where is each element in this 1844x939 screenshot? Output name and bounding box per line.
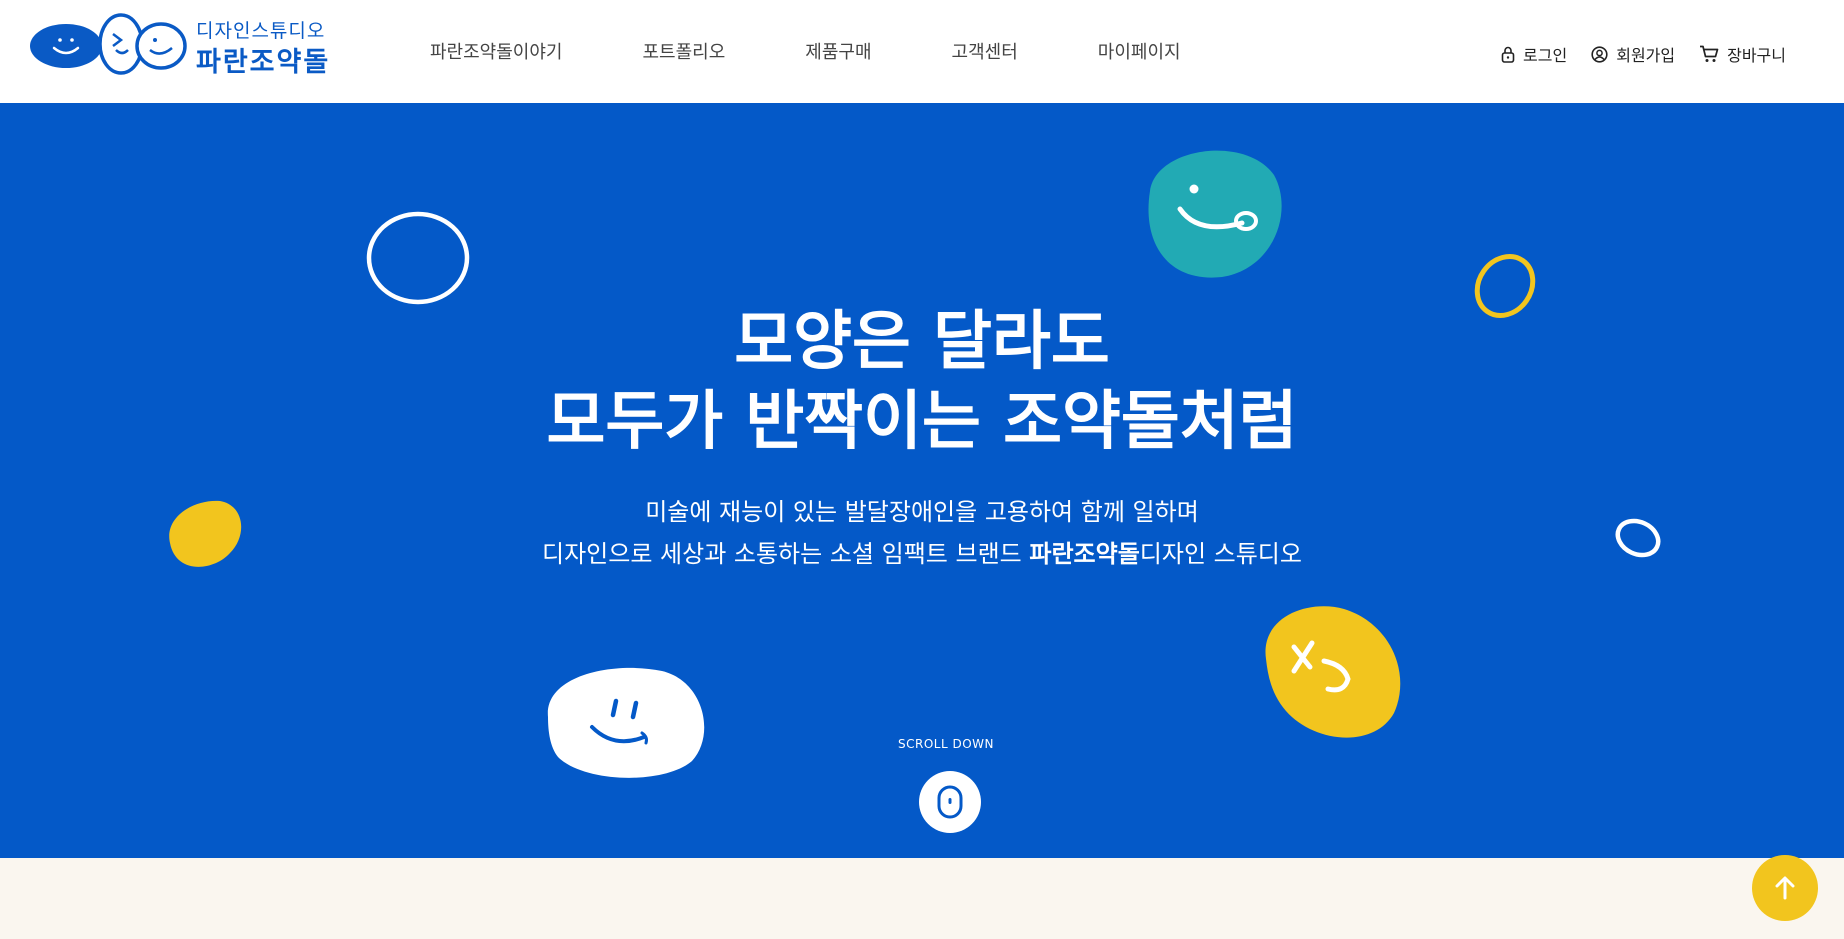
main-nav: 파란조약돌이야기 포트폴리오 제품구매 고객센터 마이페이지 [430, 38, 1261, 64]
hero-title-line2: 모두가 반짝이는 조약돌처럼 [546, 385, 1298, 459]
hero-desc-line2-post: 디자인 스튜디오 [1139, 540, 1302, 568]
white-ring-decoration [366, 211, 470, 305]
logo-subtitle: 디자인스튜디오 [196, 20, 326, 42]
lock-icon [1501, 46, 1515, 63]
logo-title: 파란조약돌 [196, 47, 331, 78]
scroll-down-button[interactable] [919, 771, 981, 833]
hero-banner: 모양은 달라도 모두가 반짝이는 조약돌처럼 미술에 재능이 있는 발달장애인을… [0, 103, 1844, 858]
site-header: 디자인스튜디오 파란조약돌 파란조약돌이야기 포트폴리오 제품구매 고객센터 마… [0, 0, 1844, 103]
login-link[interactable]: 로그인 [1501, 42, 1567, 66]
cart-label: 장바구니 [1727, 46, 1786, 65]
nav-item-shop[interactable]: 제품구매 [805, 38, 871, 64]
join-link[interactable]: 회원가입 [1591, 42, 1675, 66]
hero-desc-line1: 미술에 재능이 있는 발달장애인을 고용하여 함께 일하며 [645, 498, 1199, 526]
nav-item-support[interactable]: 고객센터 [952, 38, 1018, 64]
teal-smiling-pebble-icon [1148, 150, 1282, 278]
arrow-up-icon [1775, 876, 1795, 900]
cart-icon [1700, 45, 1719, 62]
logo[interactable]: 디자인스튜디오 파란조약돌 [30, 12, 340, 78]
nav-item-portfolio[interactable]: 포트폴리오 [642, 38, 725, 64]
nav-item-mypage[interactable]: 마이페이지 [1098, 38, 1181, 64]
back-to-top-button[interactable] [1752, 855, 1818, 921]
nav-item-story[interactable]: 파란조약돌이야기 [430, 38, 562, 64]
user-circle-icon [1591, 45, 1608, 63]
login-label: 로그인 [1523, 46, 1568, 65]
hero-title: 모양은 달라도 모두가 반짝이는 조약돌처럼 [0, 302, 1844, 462]
join-label: 회원가입 [1616, 46, 1676, 65]
hero-description: 미술에 재능이 있는 발달장애인을 고용하여 함께 일하며 디자인으로 세상과 … [0, 491, 1844, 575]
scroll-down-label: SCROLL DOWN [898, 737, 994, 751]
pebble-faces-logo-icon [30, 13, 187, 75]
hero-title-line1: 모양은 달라도 [734, 305, 1110, 379]
cart-link[interactable]: 장바구니 [1699, 42, 1786, 66]
white-smiling-pebble-icon [547, 667, 705, 778]
hero-desc-line2-pre: 디자인으로 세상과 소통하는 소셜 임팩트 브랜드 [542, 540, 1030, 568]
hero-desc-brand: 파란조약돌 [1029, 540, 1140, 568]
utility-menu: 로그인 회원가입 장바구니 [1477, 42, 1786, 66]
yellow-winking-pebble-icon [1265, 606, 1401, 738]
wave-divider [0, 840, 1844, 939]
mouse-icon [937, 785, 963, 819]
